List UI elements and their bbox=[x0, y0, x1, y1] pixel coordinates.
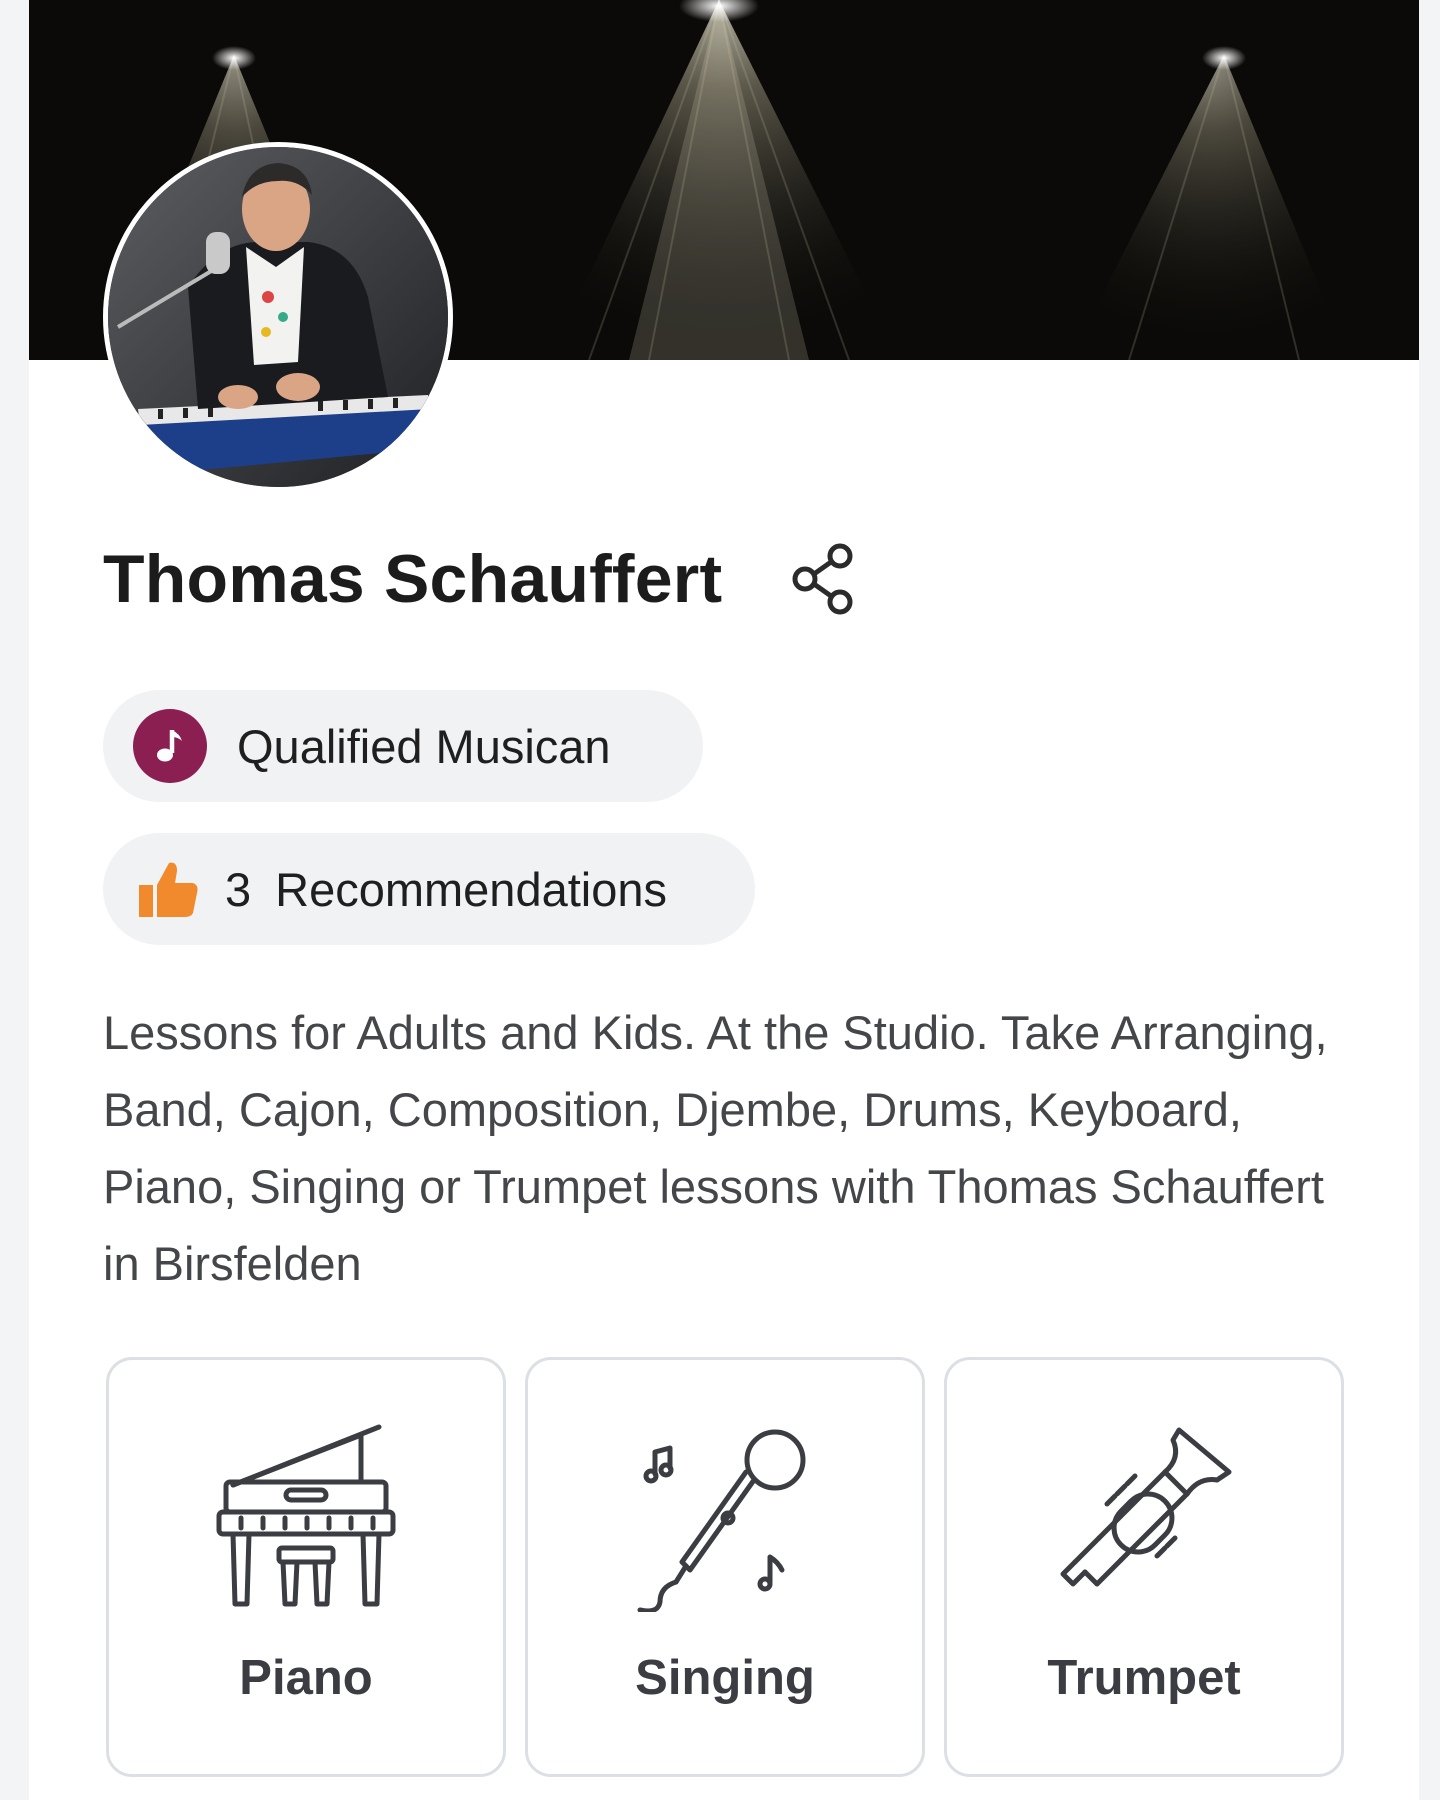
instrument-tile-piano[interactable]: Piano bbox=[106, 1357, 506, 1777]
share-button[interactable] bbox=[788, 542, 862, 616]
trumpet-icon bbox=[1060, 1427, 1232, 1587]
music-note-icon bbox=[133, 709, 207, 783]
instrument-tile-trumpet[interactable]: Trumpet bbox=[944, 1357, 1344, 1777]
profile-header: Thomas Schauffert bbox=[103, 534, 862, 624]
profile-card: Thomas Schauffert Qualified Musican 3 Re… bbox=[29, 0, 1419, 1800]
avatar[interactable] bbox=[103, 142, 453, 492]
recommendations-label: Recommendations bbox=[275, 862, 667, 916]
recommendations-badge[interactable]: 3 Recommendations bbox=[103, 833, 755, 945]
instrument-label: Piano bbox=[239, 1651, 373, 1705]
qualified-musician-badge[interactable]: Qualified Musican bbox=[103, 690, 703, 802]
microphone-icon bbox=[637, 1429, 806, 1612]
profile-description: Lessons for Adults and Kids. At the Stud… bbox=[103, 1006, 1328, 1290]
thumbs-up-icon bbox=[139, 862, 198, 917]
share-icon bbox=[792, 543, 853, 615]
qualified-label: Qualified Musican bbox=[237, 719, 611, 773]
instrument-label: Singing bbox=[635, 1651, 815, 1705]
instrument-tile-singing[interactable]: Singing bbox=[525, 1357, 925, 1777]
instrument-label: Trumpet bbox=[1047, 1651, 1241, 1705]
piano-icon bbox=[216, 1424, 396, 1607]
profile-name: Thomas Schauffert bbox=[103, 541, 723, 617]
recommendations-count: 3 bbox=[225, 862, 252, 916]
instrument-tiles: Piano Singing Trumpet bbox=[106, 1357, 1346, 1777]
